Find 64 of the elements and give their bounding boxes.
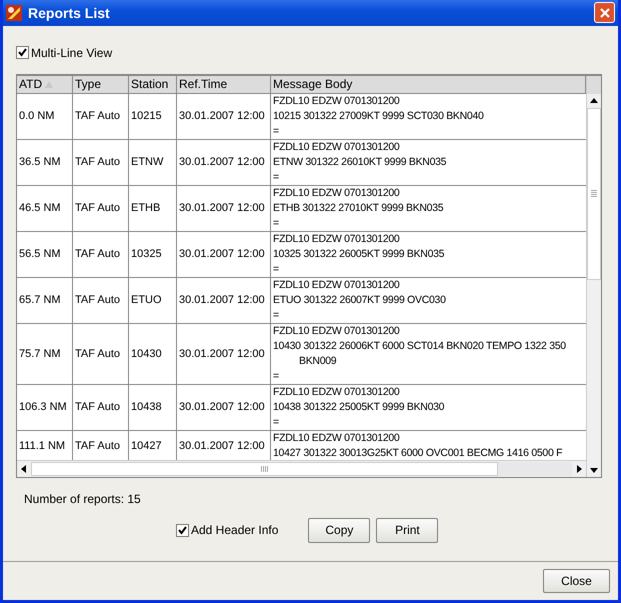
check-icon <box>177 524 188 536</box>
table-cell: 30.01.2007 12:00 <box>179 401 265 414</box>
table-cell: 36.5 NM <box>19 156 61 168</box>
table-cell: 30.01.2007 12:00 <box>179 348 265 360</box>
multi-line-view-checkbox[interactable]: Multi-Line View <box>16 46 112 60</box>
window-title: Reports List <box>28 4 111 21</box>
column-header[interactable]: Station <box>129 76 177 93</box>
table-row[interactable]: 106.3 NM TAF Auto 10438 30.01.2007 12:00 FZDL10 EDZW 0701301200 10438 301322 25005KT 9999 BKN030 = <box>17 384 586 431</box>
table-row[interactable]: 46.5 NM TAF Auto ETHB 30.01.2007 12:00 FZDL10 EDZW 0701301200 ETHB 301322 27010KT 9999 BKN035 = <box>17 186 586 232</box>
table-cell: 10427 <box>131 440 162 452</box>
table-row[interactable]: 0.0 NM TAF Auto 10215 30.01.2007 12:00 FZDL10 EDZW 0701301200 10215 301322 27009KT 9999 SCT030 BKN040 = <box>17 94 586 140</box>
table-cell: 30.01.2007 12:00 <box>179 248 265 260</box>
message-cell-text: FZDL10 EDZW 0701301200 10325 301322 26005KT 9999 BKN035 = <box>272 232 446 277</box>
message-cell-text: FZDL10 EDZW 0701301200 ETUO 301322 26007KT 9999 OVC030 = <box>272 278 447 323</box>
report-count: Number of reports: 15 <box>24 492 142 506</box>
table-cell: 10215 <box>131 110 162 122</box>
table-cell: 10438 <box>131 401 162 414</box>
table-cell: 30.01.2007 12:00 <box>179 156 265 168</box>
table-cell: 30.01.2007 12:00 <box>179 440 265 452</box>
horizontal-scrollbar[interactable] <box>17 460 586 477</box>
table-row[interactable]: 36.5 NM TAF Auto ETNW 30.01.2007 12:00 FZDL10 EDZW 0701301200 ETNW 301322 26010KT 9999 BKN035 = <box>17 140 586 186</box>
message-cell-text: FZDL10 EDZW 0701301200 10427 301322 30013G25KT 6000 OVC001 BECMG 1416 0500 F <box>272 430 564 460</box>
table-cell: 106.3 NM <box>19 401 67 414</box>
table-cell: ETUO <box>131 294 162 306</box>
table-cell: TAF Auto <box>75 156 120 168</box>
message-cell-text: FZDL10 EDZW 0701301200 ETHB 301322 27010KT 9999 BKN035 = <box>272 186 444 231</box>
close-button[interactable]: Close <box>543 568 610 593</box>
add-header-info-checkbox[interactable]: Add Header Info <box>176 523 278 538</box>
table-cell: 30.01.2007 12:00 <box>179 202 265 214</box>
table-cell: 56.5 NM <box>19 248 61 260</box>
table-cell: 46.5 NM <box>19 202 61 214</box>
action-button[interactable]: Print <box>376 518 438 543</box>
table-row[interactable]: 65.7 NM TAF Auto ETUO 30.01.2007 12:00 FZDL10 EDZW 0701301200 ETUO 301322 26007KT 9999 OVC030 = <box>17 278 586 324</box>
table-row[interactable]: 56.5 NM TAF Auto 10325 30.01.2007 12:00 FZDL10 EDZW 0701301200 10325 301322 26005KT 9999 BKN035 = <box>17 232 586 278</box>
table-cell: ETNW <box>131 156 164 168</box>
table-cell: 30.01.2007 12:00 <box>179 110 265 122</box>
table-cell: TAF Auto <box>75 110 120 122</box>
table-cell: TAF Auto <box>75 202 120 214</box>
table-cell: 111.1 NM <box>19 440 66 452</box>
table-cell: 10325 <box>131 248 162 260</box>
table-cell: 30.01.2007 12:00 <box>179 294 265 306</box>
close-icon[interactable] <box>594 2 615 24</box>
action-button[interactable]: Copy <box>308 518 370 543</box>
vertical-scrollbar[interactable] <box>586 76 601 477</box>
table-cell: 10430 <box>131 348 162 360</box>
table-cell: TAF Auto <box>75 401 120 414</box>
column-header[interactable]: ATD <box>17 76 73 93</box>
message-cell-text: FZDL10 EDZW 0701301200 ETNW 301322 26010KT 9999 BKN035 = <box>272 140 448 185</box>
table-cell: TAF Auto <box>75 440 120 452</box>
message-cell-text: FZDL10 EDZW 0701301200 10430 301322 26006KT 6000 SCT014 BKN020 TEMPO 1322 350 BKN009 = <box>272 324 567 384</box>
app-icon <box>6 4 22 21</box>
check-icon <box>17 47 28 58</box>
table-cell: ETHB <box>131 202 160 214</box>
table-cell: 0.0 NM <box>19 110 54 122</box>
message-cell-text: FZDL10 EDZW 0701301200 10438 301322 25005KT 9999 BKN030 = <box>272 384 446 430</box>
table-cell: TAF Auto <box>75 348 120 360</box>
column-header[interactable]: Ref.Time <box>177 76 271 93</box>
table-cell: TAF Auto <box>75 248 120 260</box>
message-cell-text: FZDL10 EDZW 0701301200 10215 301322 27009KT 9999 SCT030 BKN040 = <box>272 94 485 139</box>
table-cell: 65.7 NM <box>19 294 61 306</box>
table-cell: 75.7 NM <box>19 348 61 360</box>
table-row[interactable]: 75.7 NM TAF Auto 10430 30.01.2007 12:00 FZDL10 EDZW 0701301200 10430 301322 26006KT 6000 SCT014 BKN020 TEMPO 1322 350 BKN009 = <box>17 324 586 385</box>
column-header[interactable]: Type <box>73 76 129 93</box>
table-cell: TAF Auto <box>75 294 120 306</box>
